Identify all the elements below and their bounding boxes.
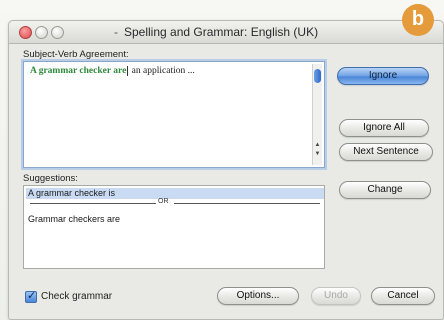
check-grammar-checkbox[interactable]: ✓ xyxy=(25,290,37,303)
separator-text: OR xyxy=(158,198,169,205)
sentence-scrollbar[interactable]: ▲ ▼ xyxy=(312,64,322,165)
sentence-text-area[interactable]: A grammar checker are an application ...… xyxy=(23,61,325,168)
suggestion-item[interactable]: Grammar checkers are xyxy=(26,214,324,225)
arrow-down-icon[interactable]: ▼ xyxy=(314,151,321,158)
check-grammar-label[interactable]: Check grammar xyxy=(41,291,112,302)
arrow-up-icon[interactable]: ▲ xyxy=(314,142,321,149)
suggestion-item-selected[interactable]: A grammar checker is xyxy=(26,188,324,199)
zoom-window-icon[interactable] xyxy=(51,26,64,39)
suggestions-label: Suggestions: xyxy=(23,173,78,184)
close-window-icon[interactable] xyxy=(19,26,32,39)
ignore-all-button[interactable]: Ignore All xyxy=(339,119,429,137)
separator-line xyxy=(174,203,320,204)
sentence-rest-text: an application ... xyxy=(129,66,195,77)
options-button[interactable]: Options... xyxy=(217,287,299,305)
title-bar[interactable]: - Spelling and Grammar: English (UK) xyxy=(9,21,443,44)
figure-badge: b xyxy=(402,4,434,36)
next-sentence-button[interactable]: Next Sentence xyxy=(339,143,433,161)
cancel-button[interactable]: Cancel xyxy=(371,287,435,305)
sentence-text: A grammar checker are an application ... xyxy=(30,66,195,76)
grammar-error-text: A grammar checker are xyxy=(30,66,127,77)
suggestions-list: A grammar checker is OR Grammar checkers… xyxy=(23,185,325,269)
scrollbar-thumb[interactable] xyxy=(314,69,321,83)
minimize-window-icon[interactable] xyxy=(35,26,48,39)
undo-button[interactable]: Undo xyxy=(311,287,361,305)
change-button[interactable]: Change xyxy=(339,181,431,199)
spelling-grammar-dialog: - Spelling and Grammar: English (UK) Subj… xyxy=(8,20,444,320)
window-title: - Spelling and Grammar: English (UK) xyxy=(114,25,319,39)
separator-line xyxy=(30,203,156,204)
sentence-label: Subject-Verb Agreement: xyxy=(23,49,129,60)
checkmark-icon: ✓ xyxy=(27,290,37,302)
ignore-button[interactable]: Ignore xyxy=(337,67,429,85)
